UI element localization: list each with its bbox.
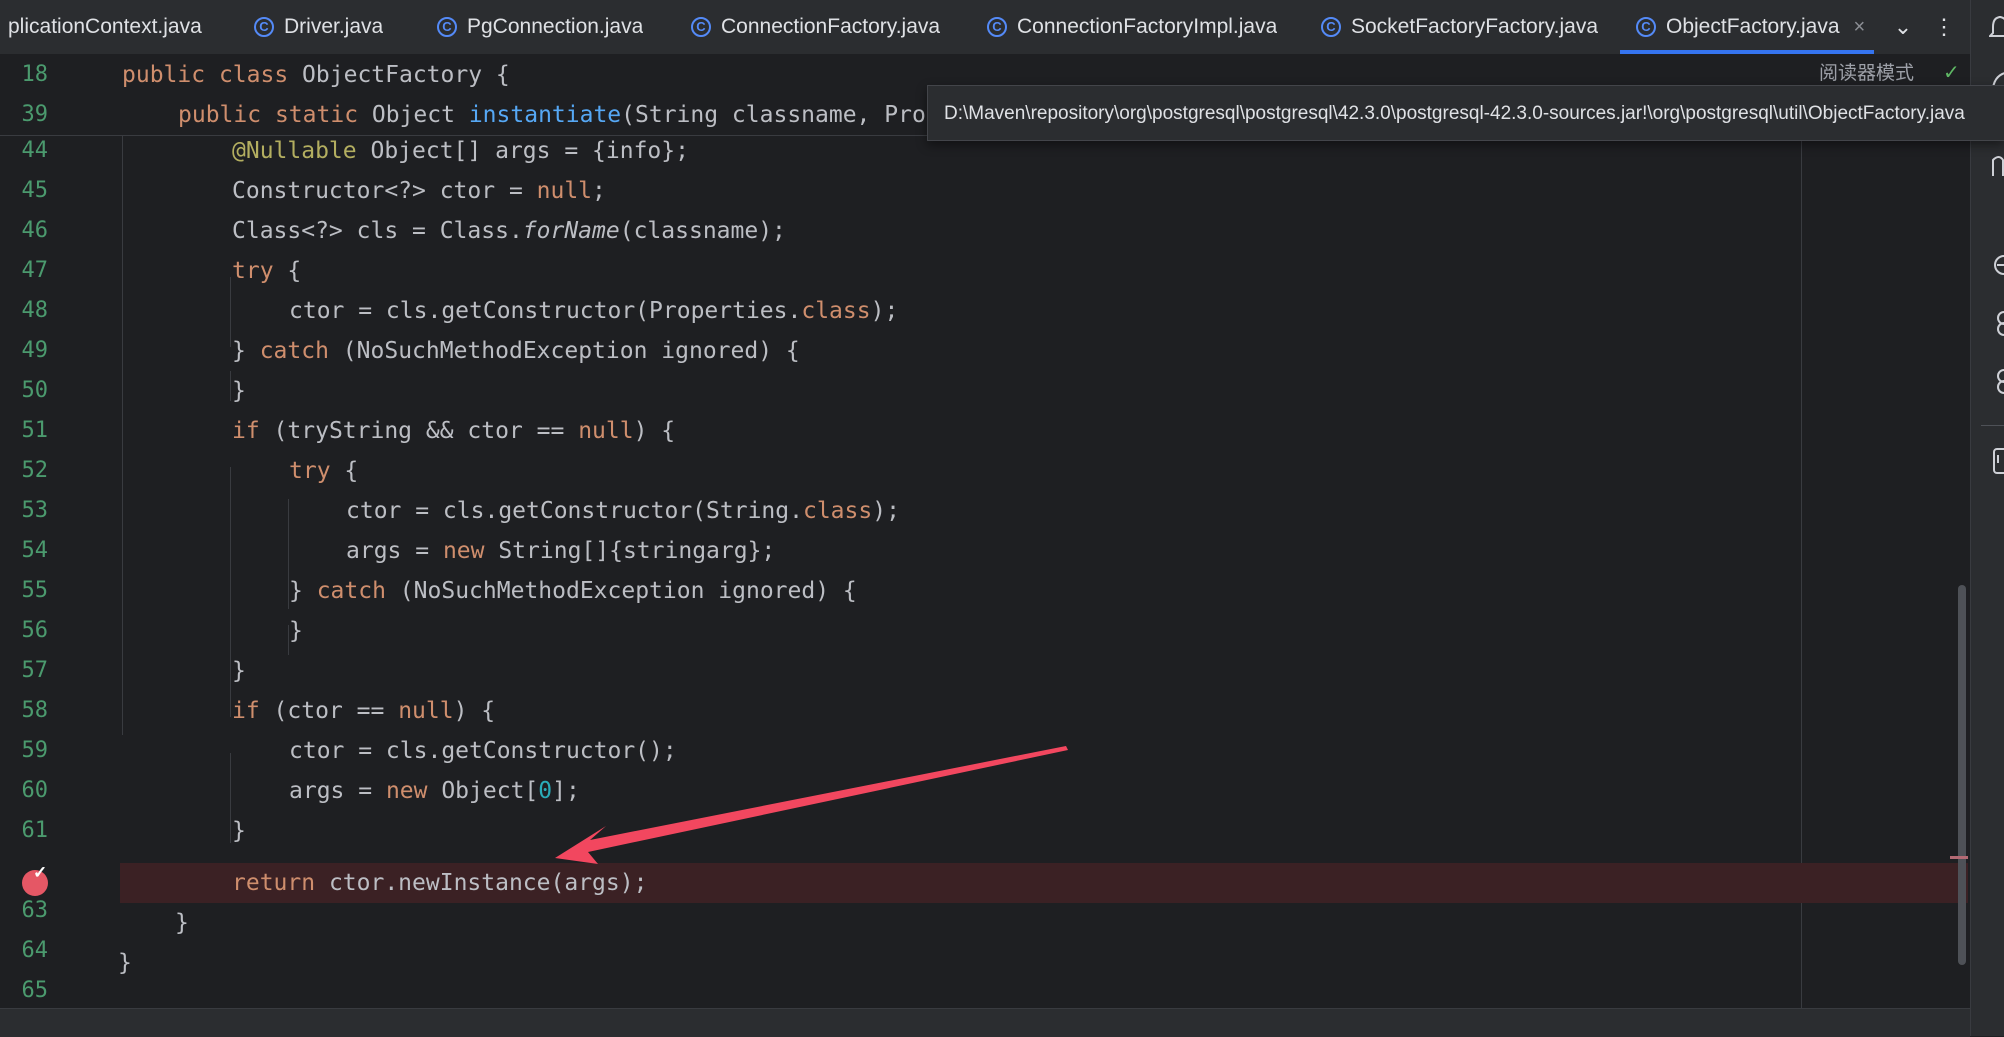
- line-number: 57: [21, 658, 49, 683]
- line-number: 52: [21, 458, 49, 483]
- tab-object-factory[interactable]: C ObjectFactory.java ×: [1620, 0, 1874, 54]
- tab-label: ObjectFactory.java: [1666, 15, 1840, 38]
- code-line[interactable]: @Nullable Object[] args = {info};: [232, 131, 689, 171]
- coverage-icon[interactable]: [1989, 446, 2004, 476]
- tab-label: SocketFactoryFactory.java: [1351, 15, 1599, 38]
- scrollbar-thumb[interactable]: [1958, 585, 1966, 965]
- editor-bottom-bar: [0, 1008, 1970, 1037]
- code-line[interactable]: if (tryString && ctor == null) {: [232, 411, 675, 451]
- class-icon: C: [1321, 17, 1341, 37]
- code-line[interactable]: ctor = cls.getConstructor(String.class);: [346, 491, 900, 531]
- line-number: 55: [21, 578, 49, 603]
- indent-guide: [230, 467, 231, 717]
- inspection-ok-icon[interactable]: ✓: [1943, 60, 1960, 85]
- indent-guide: [122, 135, 123, 735]
- line-number: 48: [21, 298, 49, 323]
- class-icon: C: [254, 17, 274, 37]
- tab-menu-icon[interactable]: ⋮: [1925, 0, 1963, 54]
- gradle-icon[interactable]: [1989, 250, 2004, 280]
- line-number: 58: [21, 698, 49, 723]
- code-line[interactable]: Constructor<?> ctor = null;: [232, 171, 606, 211]
- code-line[interactable]: Class<?> cls = Class.forName(classname);: [232, 211, 786, 251]
- line-number: 47: [21, 258, 49, 283]
- line-number: 51: [21, 418, 49, 443]
- tab-application-context[interactable]: plicationContext.java: [8, 0, 208, 54]
- code-line[interactable]: if (ctor == null) {: [232, 691, 495, 731]
- code-line[interactable]: }: [232, 651, 246, 691]
- code-line[interactable]: }: [232, 371, 246, 411]
- code-line[interactable]: }: [289, 611, 303, 651]
- code-line[interactable]: ctor = cls.getConstructor();: [289, 731, 677, 771]
- line-number-gutter[interactable]: 44 45 46 47 48 49 50 51 52 53 54 55 56 5…: [0, 55, 110, 1008]
- tab-socket-factory-factory[interactable]: C SocketFactoryFactory.java: [1321, 0, 1598, 54]
- line-number: 56: [21, 618, 49, 643]
- line-number: 50: [21, 378, 49, 403]
- indent-guide: [230, 371, 231, 401]
- line-number: 53: [21, 498, 49, 523]
- code-line[interactable]: }: [175, 903, 189, 943]
- tab-label: PgConnection.java: [467, 15, 644, 38]
- editor-tab-bar: plicationContext.java C Driver.java C Pg…: [0, 0, 1970, 55]
- line-number: 44: [21, 138, 49, 163]
- line-number: 54: [21, 538, 49, 563]
- tab-label: Driver.java: [284, 15, 384, 38]
- code-line[interactable]: try {: [232, 251, 301, 291]
- code-line[interactable]: args = new String[]{stringarg};: [346, 531, 775, 571]
- code-editor[interactable]: 44 45 46 47 48 49 50 51 52 53 54 55 56 5…: [0, 55, 1968, 1008]
- class-icon: C: [437, 17, 457, 37]
- class-icon: C: [987, 17, 1007, 37]
- spring-icon[interactable]: [1989, 308, 2004, 338]
- right-tool-strip: [1970, 0, 2004, 1036]
- line-number: 59: [21, 738, 49, 763]
- tab-label: ConnectionFactoryImpl.java: [1017, 15, 1278, 38]
- indent-guide: [230, 753, 231, 843]
- line-number: 61: [21, 818, 49, 843]
- code-line[interactable]: } catch (NoSuchMethodException ignored) …: [289, 571, 857, 611]
- code-line[interactable]: }: [118, 943, 132, 983]
- code-line-breakpoint[interactable]: return ctor.newInstance(args);: [232, 863, 647, 903]
- breakpoint-verified-icon: ✓: [33, 863, 48, 882]
- class-icon: C: [691, 17, 711, 37]
- tab-label: plicationContext.java: [8, 15, 202, 38]
- line-number: 18: [21, 62, 49, 87]
- line-number: 65: [21, 978, 49, 1003]
- tab-label: ConnectionFactory.java: [721, 15, 941, 38]
- line-number: 39: [21, 102, 49, 127]
- breakpoint-scroll-marker: [1950, 856, 1968, 859]
- maven-icon[interactable]: [1989, 150, 2004, 180]
- code-line[interactable]: }: [232, 811, 246, 851]
- line-number: 64: [21, 938, 49, 963]
- line-number: 46: [21, 218, 49, 243]
- show-hidden-tabs-icon[interactable]: ⌄: [1884, 0, 1922, 54]
- indent-guide: [230, 277, 231, 347]
- tab-pg-connection[interactable]: C PgConnection.java: [437, 0, 643, 54]
- class-icon: C: [1636, 17, 1656, 37]
- tab-driver[interactable]: C Driver.java: [254, 0, 383, 54]
- line-number: 60: [21, 778, 49, 803]
- reader-mode-toggle[interactable]: 阅读器模式: [1819, 58, 1914, 85]
- code-line[interactable]: ctor = cls.getConstructor(Properties.cla…: [289, 291, 898, 331]
- tab-connection-factory-impl[interactable]: C ConnectionFactoryImpl.java: [987, 0, 1277, 54]
- line-number: 63: [21, 898, 49, 923]
- code-line[interactable]: try {: [289, 451, 358, 491]
- sticky-line[interactable]: public class ObjectFactory {: [122, 55, 510, 95]
- endpoints-icon[interactable]: [1989, 366, 2004, 396]
- tab-connection-factory[interactable]: C ConnectionFactory.java: [691, 0, 940, 54]
- strip-divider: [1981, 425, 2004, 426]
- file-path-tooltip: D:\Maven\repository\org\postgresql\postg…: [927, 85, 2004, 141]
- close-tab-icon[interactable]: ×: [1854, 16, 1866, 39]
- line-number: 49: [21, 338, 49, 363]
- line-number: 45: [21, 178, 49, 203]
- notifications-icon[interactable]: [1989, 12, 2004, 42]
- code-line[interactable]: } catch (NoSuchMethodException ignored) …: [232, 331, 800, 371]
- code-line[interactable]: args = new Object[0];: [289, 771, 580, 811]
- sticky-line[interactable]: public static Object instantiate(String …: [178, 95, 926, 135]
